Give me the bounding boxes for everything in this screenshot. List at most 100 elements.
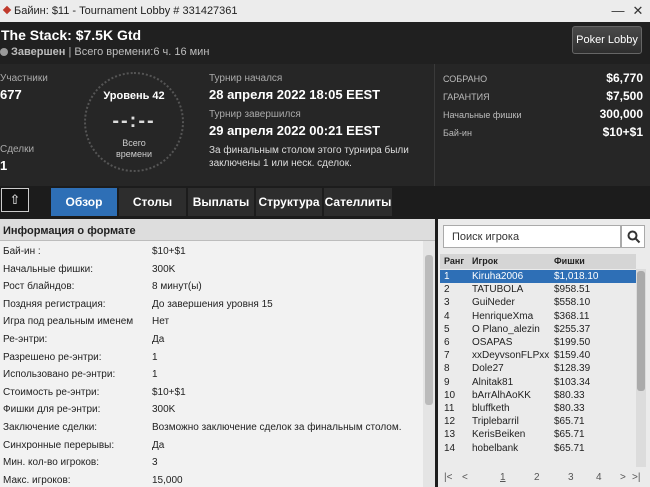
tournament-name: The Stack: $7.5K Gtd [1, 27, 142, 43]
prize-key: СОБРАНО [443, 74, 488, 84]
started-value: 28 апреля 2022 18:05 EEST [209, 87, 381, 102]
pager-first-icon[interactable]: |< [444, 472, 452, 483]
pager-last-icon[interactable]: >| [632, 472, 640, 483]
player-row[interactable]: 5 O Plano_alezin $255.37 [440, 323, 636, 336]
player-row[interactable]: 4 HenriqueXma $368.11 [440, 310, 636, 323]
col-player: Игрок [472, 256, 498, 266]
player-chips: $558.10 [554, 297, 591, 309]
player-row[interactable]: 9 Alnitak81 $103.34 [440, 376, 636, 389]
window-titlebar: Байин: $11 - Tournament Lobby # 33142736… [0, 0, 650, 22]
player-row[interactable]: 13 KerisBeiken $65.71 [440, 428, 636, 441]
prize-row-chips: Начальные фишки 300,000 [443, 107, 647, 123]
format-row: Мин. кол-во игроков: 3 [0, 454, 422, 472]
participants-value: 677 [0, 87, 22, 102]
pager-page-1[interactable]: 1 [500, 472, 506, 483]
clock-time: --:-- [112, 110, 156, 132]
player-name: Dole27 [472, 363, 504, 375]
tab-structure[interactable]: Структура [256, 188, 322, 216]
player-chips: $128.39 [554, 363, 591, 375]
player-name: Kiruha2006 [472, 271, 524, 282]
player-rank: 8 [444, 363, 450, 375]
pager-prev-icon[interactable]: < [462, 472, 468, 483]
player-row[interactable]: 12 Triplebarril $65.71 [440, 415, 636, 428]
close-button[interactable]: ✕ [628, 2, 648, 20]
tab-overview[interactable]: Обзор [51, 188, 117, 216]
format-value: Да [152, 439, 165, 451]
tab-payouts[interactable]: Выплаты [188, 188, 254, 216]
player-search-input[interactable]: Поиск игрока [443, 225, 621, 248]
player-chips: $958.51 [554, 284, 591, 296]
players-table-header: Ранг Игрок Фишки [440, 254, 636, 269]
players-pager: |< < 1 2 3 4 > >| [440, 469, 646, 487]
player-chips: $80.33 [554, 389, 585, 401]
tab-tables[interactable]: Столы [119, 188, 186, 216]
minimize-button[interactable]: — [608, 2, 628, 20]
format-row: Макс. игроков: 15,000 [0, 472, 422, 487]
search-icon [627, 230, 641, 244]
prize-key: ГАРАНТИЯ [443, 92, 490, 102]
format-value: Нет [152, 316, 170, 328]
players-scrollbar[interactable] [636, 269, 646, 467]
player-row[interactable]: 11 bluffketh $80.33 [440, 402, 636, 415]
format-value: 300K [152, 404, 176, 416]
player-rank: 11 [444, 403, 455, 414]
player-name: Triplebarril [472, 416, 519, 428]
pager-page-2[interactable]: 2 [534, 472, 540, 483]
poker-lobby-button[interactable]: Poker Lobby [572, 26, 642, 54]
pager-page-3[interactable]: 3 [568, 472, 574, 483]
format-row: Использовано ре-энтри: 1 [0, 366, 422, 384]
player-row[interactable]: 1 Kiruha2006 $1,018.10 [440, 270, 636, 283]
player-name: GuiNeder [472, 297, 515, 309]
format-row: Ре-энтри: Да [0, 331, 422, 349]
prize-value: $6,770 [606, 71, 643, 85]
started-label: Турнир начался [209, 73, 283, 84]
format-key: Синхронные перерывы: [3, 439, 115, 451]
prize-summary: СОБРАНО $6,770 ГАРАНТИЯ $7,500 Начальные… [434, 64, 650, 186]
collapse-chevron-icon[interactable]: ⇧ [1, 188, 29, 212]
player-row[interactable]: 6 OSAPAS $199.50 [440, 336, 636, 349]
player-rank: 9 [444, 376, 450, 388]
format-key: Игра под реальным именем [3, 316, 134, 328]
player-name: O Plano_alezin [472, 323, 540, 335]
player-rank: 10 [444, 389, 456, 401]
player-name: Alnitak81 [472, 376, 514, 388]
player-rank: 2 [444, 284, 450, 296]
format-info-panel: Информация о формате Бай-ин : $10+$1 Начал… [0, 219, 435, 487]
level-clock: Уровень 42 --:-- Всего времени [84, 72, 184, 172]
player-row[interactable]: 2 TATUBOLA $958.51 [440, 283, 636, 296]
deals-value: 1 [0, 158, 8, 173]
clock-caption-line2: времени [116, 149, 152, 159]
prize-row-guarantee: ГАРАНТИЯ $7,500 [443, 89, 647, 105]
player-chips: $65.71 [554, 442, 585, 454]
tab-satellites[interactable]: Сателлиты [324, 188, 392, 216]
player-rank: 3 [444, 297, 450, 309]
prize-row-buyin: Бай-ин $10+$1 [443, 125, 647, 141]
player-rank: 1 [444, 271, 450, 282]
pager-next-icon[interactable]: > [620, 472, 626, 483]
player-row[interactable]: 14 hobelbank $65.71 [440, 442, 636, 455]
search-button[interactable] [621, 225, 645, 248]
player-row[interactable]: 10 bArrAlhAoKK $80.33 [440, 389, 636, 402]
player-chips: $1,018.10 [554, 271, 599, 282]
pager-page-4[interactable]: 4 [596, 472, 602, 483]
format-row: Стоимость ре-энтри: $10+$1 [0, 384, 422, 402]
format-row: Поздняя регистрация: До завершения уровня… [0, 296, 422, 314]
prize-row-collected: СОБРАНО $6,770 [443, 71, 647, 87]
player-row[interactable]: 3 GuiNeder $558.10 [440, 296, 636, 309]
scrollbar-thumb[interactable] [637, 271, 645, 391]
format-row: Игра под реальным именем Нет [0, 313, 422, 331]
format-key: Поздняя регистрация: [3, 298, 106, 310]
clock-caption-line1: Всего [122, 138, 146, 148]
scrollbar-thumb[interactable] [425, 255, 433, 405]
player-row[interactable]: 7 xxDeyvsonFLPxx $159.40 [440, 349, 636, 362]
format-key: Ре-энтри: [3, 334, 48, 345]
tournament-info-panel: Участники 677 Сделки 1 Уровень 42 --:-- … [0, 64, 650, 186]
format-scrollbar[interactable] [423, 241, 435, 487]
prize-value: $10+$1 [602, 125, 643, 139]
player-chips: $103.34 [554, 376, 591, 388]
format-key: Мин. кол-во игроков: [3, 457, 100, 469]
player-row[interactable]: 8 Dole27 $128.39 [440, 362, 636, 375]
status-dot-icon [0, 48, 8, 56]
prize-key: Начальные фишки [443, 110, 522, 120]
format-info-header: Информация о формате [0, 219, 435, 241]
